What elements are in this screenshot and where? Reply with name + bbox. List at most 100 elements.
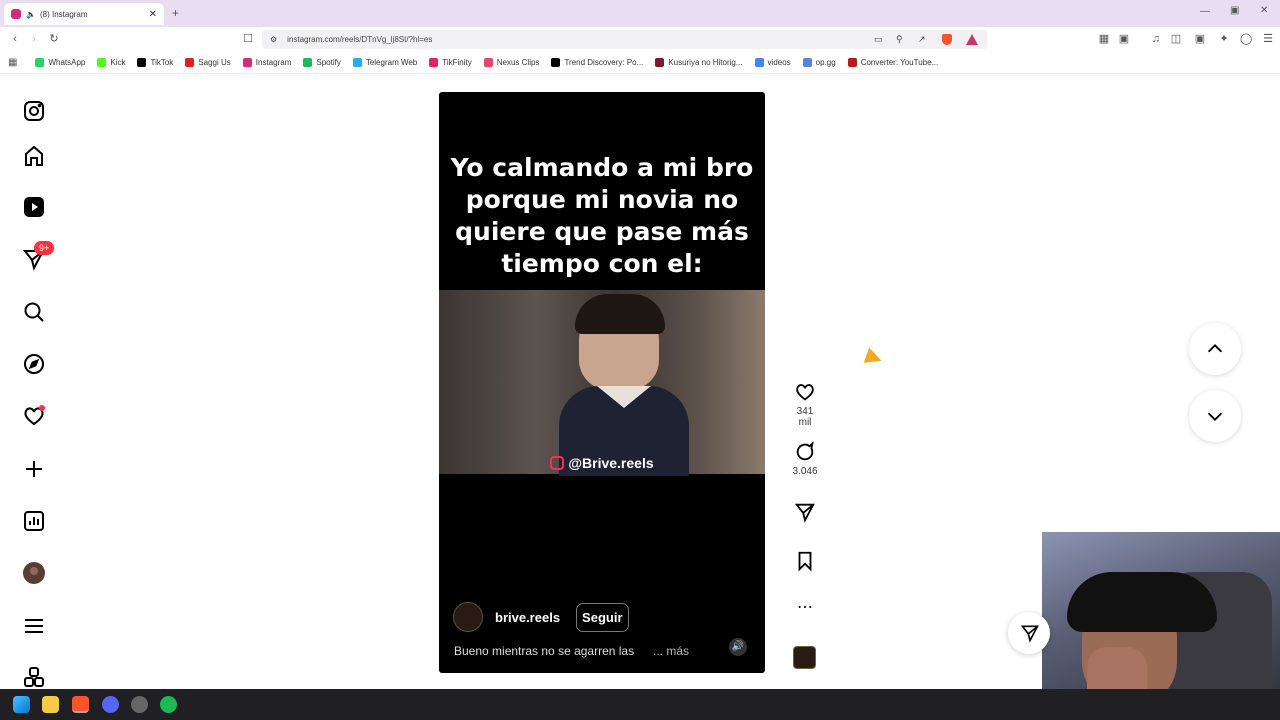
bookmark-label: videos — [767, 58, 791, 67]
share-icon[interactable]: ↗ — [918, 34, 926, 45]
person-hair — [575, 294, 665, 334]
comment-button[interactable]: 3.046 — [789, 441, 821, 477]
reel-author-row: brive.reels Seguir — [453, 602, 629, 632]
bookmark-item[interactable]: Nexus Clips — [483, 58, 540, 67]
bookmark-label: Trend Discovery: Po... — [564, 58, 644, 67]
reel-video-frame[interactable] — [439, 290, 765, 476]
maximize-icon[interactable]: ▣ — [1230, 5, 1239, 16]
instagram-watermark-icon — [550, 456, 565, 470]
comment-icon — [796, 441, 814, 461]
follow-button[interactable]: Seguir — [576, 602, 629, 632]
file-explorer-icon[interactable] — [42, 696, 59, 713]
spotify-icon[interactable] — [160, 696, 177, 713]
ellipsis-icon: ⋯ — [797, 599, 813, 616]
author-avatar[interactable] — [453, 602, 483, 632]
bookmark-item[interactable]: Instagram — [242, 58, 291, 67]
instagram-favicon-icon — [11, 9, 21, 19]
bookmark-favicon-icon — [551, 58, 561, 67]
search-icon[interactable] — [22, 300, 46, 324]
apps-icon[interactable]: ▦ — [8, 57, 17, 68]
windows-start-icon[interactable] — [13, 696, 30, 713]
bookmark-item[interactable]: WhatsApp — [35, 58, 85, 67]
bookmark-favicon-icon — [429, 58, 439, 67]
address-bar[interactable]: ⚙ instagram.com/reels/DTnVg_lj8St/?hl=es… — [262, 30, 987, 49]
menu-icon[interactable]: ☰ — [1262, 33, 1274, 45]
url-text: instagram.com/reels/DTnVg_lj8St/?hl=es — [287, 35, 433, 44]
app-icon[interactable] — [131, 696, 148, 713]
minimize-icon[interactable]: — — [1200, 6, 1210, 17]
sound-toggle-icon[interactable]: 🔊 — [729, 638, 747, 656]
bookmark-item[interactable]: Telegram Web — [352, 58, 418, 67]
bookmark-item[interactable]: Spotify — [303, 58, 341, 67]
bookmark-label: TikTok — [150, 58, 174, 67]
extensions-icon[interactable]: ▦ — [1098, 33, 1110, 45]
notifications-heart-icon[interactable] — [22, 404, 46, 428]
site-settings-icon[interactable]: ⚙ — [270, 35, 277, 44]
save-button[interactable] — [789, 550, 821, 575]
messages-icon[interactable]: 9+ — [22, 241, 55, 271]
brave-shield-icon[interactable] — [942, 34, 952, 45]
bookmark-item[interactable]: Kusuriya no Hitorig... — [655, 58, 743, 67]
more-menu-icon[interactable] — [22, 614, 46, 638]
bookmark-label: Kusuriya no Hitorig... — [668, 58, 743, 67]
like-button[interactable]: 341 mil — [789, 381, 821, 428]
bookmark-favicon-icon — [137, 58, 147, 67]
home-icon[interactable] — [22, 144, 46, 168]
chevron-up-icon — [1207, 344, 1223, 353]
explore-icon[interactable] — [22, 352, 46, 376]
floating-messages-button[interactable] — [1008, 612, 1050, 654]
reel-more-link[interactable]: ... más — [653, 644, 689, 658]
profile-avatar[interactable] — [22, 561, 46, 585]
forward-icon[interactable]: › — [28, 33, 40, 45]
meta-apps-icon[interactable] — [22, 666, 46, 690]
bookmark-label: Nexus Clips — [496, 58, 540, 67]
author-name[interactable]: brive.reels — [495, 610, 560, 625]
discord-icon[interactable] — [102, 696, 119, 713]
brave-browser-icon[interactable] — [72, 696, 89, 713]
previous-reel-button[interactable] — [1189, 323, 1241, 375]
create-plus-icon[interactable] — [22, 457, 46, 481]
next-reel-button[interactable] — [1189, 390, 1241, 442]
bookmark-item[interactable]: op.gg — [802, 58, 836, 67]
bookmark-label: Telegram Web — [365, 58, 418, 67]
audio-thumbnail[interactable] — [793, 646, 816, 669]
reload-icon[interactable]: ↻ — [48, 33, 60, 45]
bookmark-icon[interactable]: ☐ — [242, 33, 254, 45]
bookmark-item[interactable]: Saggi Us — [185, 58, 231, 67]
reel-description: Bueno mientras no se agarren las — [454, 644, 635, 658]
back-icon[interactable]: ‹ — [9, 33, 21, 45]
dashboard-icon[interactable] — [22, 509, 46, 533]
heart-icon — [796, 384, 814, 401]
bookmark-label: Kick — [110, 58, 126, 67]
bookmark-favicon-icon — [35, 58, 45, 67]
zoom-icon[interactable]: ⚲ — [896, 34, 903, 45]
tab-close-icon[interactable]: ✕ — [149, 9, 157, 20]
bookmark-label: Converter: YouTube... — [860, 58, 939, 67]
wallet-icon[interactable]: ▣ — [1118, 33, 1130, 45]
media-icon[interactable]: ▣ — [1194, 33, 1206, 45]
browser-tab-instagram[interactable]: 🔈 (8) Instagram ✕ — [4, 3, 164, 25]
instagram-logo-icon[interactable] — [22, 99, 46, 123]
bookmark-label: WhatsApp — [48, 58, 86, 67]
share-button[interactable] — [789, 501, 821, 526]
ai-icon[interactable]: ✦ — [1218, 33, 1230, 45]
brave-rewards-icon[interactable] — [966, 34, 978, 45]
sidebar-toggle-icon[interactable]: ◫ — [1170, 33, 1182, 45]
bookmark-item[interactable]: Trend Discovery: Po... — [551, 58, 643, 67]
reel-video-player[interactable]: Yo calmando a mi bro porque mi novia no … — [439, 92, 765, 673]
bookmark-item[interactable]: Converter: YouTube... — [847, 58, 939, 67]
left-nav-sidebar: 9+ — [0, 75, 68, 689]
bookmark-favicon-icon — [655, 58, 665, 67]
close-window-icon[interactable]: ✕ — [1260, 5, 1268, 16]
bookmark-item[interactable]: Kick — [97, 58, 125, 67]
new-tab-icon[interactable]: + — [172, 6, 179, 20]
bookmark-item[interactable]: TikFinity — [429, 58, 472, 67]
more-options-button[interactable]: ⋯ — [789, 597, 821, 617]
music-icon[interactable]: ♫ — [1150, 33, 1162, 45]
bookmark-favicon-icon — [303, 58, 313, 67]
reels-icon[interactable] — [22, 195, 46, 219]
cast-icon[interactable]: ▭ — [874, 34, 883, 45]
bookmark-item[interactable]: videos — [754, 58, 791, 67]
vpn-icon[interactable]: ◯ — [1240, 33, 1252, 45]
bookmark-item[interactable]: TikTok — [137, 58, 173, 67]
